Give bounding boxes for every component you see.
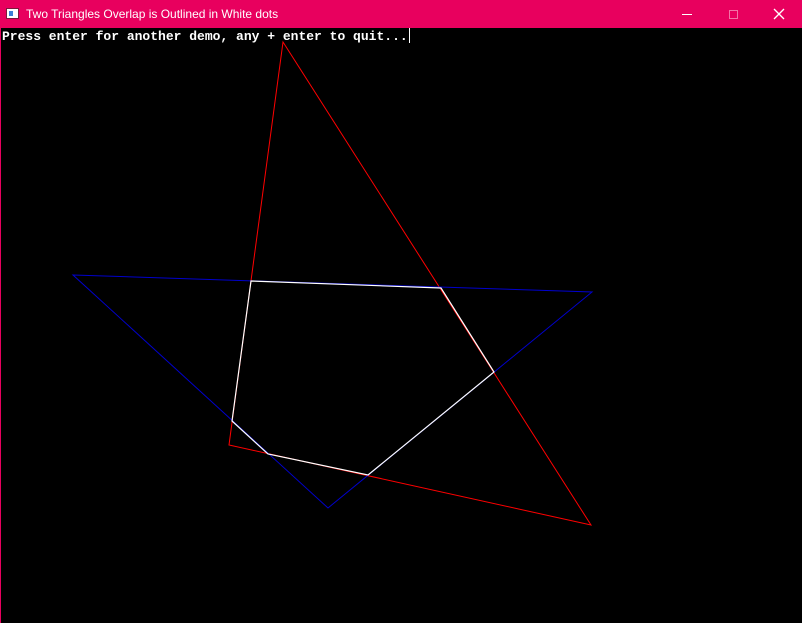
prompt-text: Press enter for another demo, any + ente… — [2, 29, 408, 44]
blue-triangle — [71, 274, 594, 509]
demo-canvas — [71, 40, 594, 526]
console-prompt: Press enter for another demo, any + ente… — [2, 28, 410, 45]
red-triangle — [228, 40, 593, 526]
text-cursor — [408, 28, 410, 43]
console-window: Two Triangles Overlap is Outlined in Whi… — [0, 0, 802, 623]
overlap-outline — [231, 280, 495, 476]
